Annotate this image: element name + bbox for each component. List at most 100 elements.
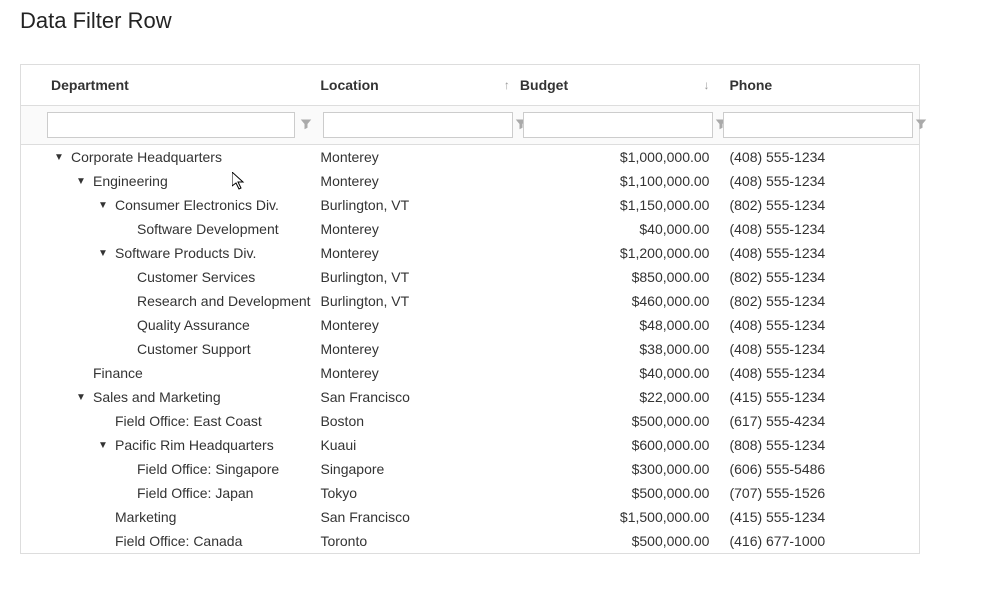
- cell-phone: (408) 555-1234: [719, 317, 919, 333]
- cell-location: Monterey: [320, 245, 520, 261]
- table-row[interactable]: Customer Support Monterey$38,000.00(408) …: [21, 337, 919, 361]
- table-row[interactable]: Field Office: SingaporeSingapore$300,000…: [21, 457, 919, 481]
- cell-department: Field Office: Canada: [21, 533, 320, 549]
- chevron-down-icon[interactable]: ▼: [75, 176, 87, 187]
- table-row[interactable]: Quality AssuranceMonterey$48,000.00(408)…: [21, 313, 919, 337]
- cell-department: Quality Assurance: [21, 317, 320, 333]
- header-phone[interactable]: Phone: [719, 65, 919, 105]
- department-label: Research and Development: [137, 293, 311, 309]
- cell-budget: $500,000.00: [520, 533, 720, 549]
- department-label: Quality Assurance: [137, 317, 250, 333]
- department-label: Customer Support: [137, 341, 251, 357]
- cell-phone: (408) 555-1234: [719, 365, 919, 381]
- cell-phone: (802) 555-1234: [719, 293, 919, 309]
- cell-location: Kuaui: [320, 437, 520, 453]
- table-row[interactable]: Software Development Monterey$40,000.00(4…: [21, 217, 919, 241]
- cell-location: Toronto: [320, 533, 520, 549]
- sort-desc-icon: ↓: [703, 78, 709, 92]
- department-label: Field Office: Canada: [115, 533, 242, 549]
- header-location-label: Location: [320, 77, 378, 93]
- cell-phone: (808) 555-1234: [719, 437, 919, 453]
- cell-department: ▼ Consumer Electronics Div.: [21, 197, 320, 213]
- cell-location: Monterey: [320, 341, 519, 357]
- cell-budget: $1,100,000.00: [520, 173, 720, 189]
- cell-location: Burlington, VT: [320, 197, 520, 213]
- tree-grid: Department Location ↑ Budget ↓ Phone: [20, 64, 920, 554]
- header-budget[interactable]: Budget ↓: [520, 65, 720, 105]
- filter-budget-input[interactable]: [523, 112, 713, 138]
- cell-department: Research and Development: [21, 293, 320, 309]
- cell-department: Field Office: Japan: [21, 485, 320, 501]
- cell-department: Marketing: [21, 509, 320, 525]
- table-row[interactable]: ▼Pacific Rim HeadquartersKuaui$600,000.0…: [21, 433, 919, 457]
- cell-phone: (802) 555-1234: [719, 197, 919, 213]
- filter-department-input[interactable]: [47, 112, 295, 138]
- cell-budget: $48,000.00: [520, 317, 720, 333]
- filter-icon[interactable]: [915, 118, 927, 133]
- chevron-down-icon[interactable]: ▼: [97, 200, 109, 211]
- cell-location: Burlington, VT: [320, 269, 519, 285]
- cell-phone: (416) 677-1000: [719, 533, 919, 549]
- cell-department: Finance: [21, 365, 320, 381]
- page-title: Data Filter Row: [20, 8, 964, 34]
- table-row[interactable]: Customer ServicesBurlington, VT$850,000.…: [21, 265, 919, 289]
- sort-asc-icon: ↑: [504, 78, 510, 92]
- cell-budget: $850,000.00: [520, 269, 720, 285]
- chevron-down-icon[interactable]: ▼: [97, 248, 109, 259]
- cell-location: Monterey: [320, 221, 519, 237]
- cell-department: ▼Sales and Marketing: [21, 389, 320, 405]
- table-row[interactable]: ▼EngineeringMonterey$1,100,000.00(408) 5…: [21, 169, 919, 193]
- cell-phone: (408) 555-1234: [719, 245, 919, 261]
- cell-department: ▼Software Products Div.: [21, 245, 320, 261]
- table-row[interactable]: FinanceMonterey$40,000.00(408) 555-1234: [21, 361, 919, 385]
- table-row[interactable]: Field Office: East CoastBoston$500,000.0…: [21, 409, 919, 433]
- cell-department: Software Development: [21, 221, 320, 237]
- cell-phone: (408) 555-1234: [719, 341, 919, 357]
- header-department[interactable]: Department: [21, 65, 320, 105]
- table-row[interactable]: Field Office: Canada Toronto$500,000.00(4…: [21, 529, 919, 553]
- cell-budget: $40,000.00: [520, 365, 720, 381]
- table-row[interactable]: ▼Corporate HeadquartersMonterey$1,000,00…: [21, 145, 919, 169]
- cell-department: Customer Services: [21, 269, 320, 285]
- cell-location: Singapore: [320, 461, 519, 477]
- filter-location-input[interactable]: [323, 112, 513, 138]
- table-row[interactable]: MarketingSan Francisco$1,500,000.00(415)…: [21, 505, 919, 529]
- cell-budget: $1,200,000.00: [520, 245, 720, 261]
- cell-budget: $40,000.00: [520, 221, 720, 237]
- chevron-down-icon[interactable]: ▼: [97, 440, 109, 451]
- cell-budget: $1,500,000.00: [520, 509, 720, 525]
- department-label: Software Development: [137, 221, 279, 237]
- chevron-down-icon[interactable]: ▼: [75, 392, 87, 403]
- chevron-down-icon[interactable]: ▼: [53, 152, 65, 163]
- department-label: Marketing: [115, 509, 176, 525]
- table-row[interactable]: Field Office: JapanTokyo$500,000.00(707)…: [21, 481, 919, 505]
- cell-budget: $500,000.00: [520, 413, 720, 429]
- cell-department: ▼ Corporate Headquarters: [21, 149, 320, 165]
- table-row[interactable]: ▼Software Products Div.Monterey$1,200,00…: [21, 241, 919, 265]
- table-row[interactable]: ▼Sales and MarketingSan Francisco$22,000…: [21, 385, 919, 409]
- header-location[interactable]: Location ↑: [320, 65, 520, 105]
- cell-location: Burlington, VT: [320, 293, 519, 309]
- cell-budget: $1,150,000.00: [520, 197, 720, 213]
- department-label: Field Office: Japan: [137, 485, 253, 501]
- table-row[interactable]: ▼ Consumer Electronics Div. Burlington, VT…: [21, 193, 919, 217]
- cell-phone: (617) 555-4234: [719, 413, 919, 429]
- cell-phone: (707) 555-1526: [719, 485, 919, 501]
- cell-budget: $22,000.00: [520, 389, 720, 405]
- table-row[interactable]: Research and Development Burlington, VT$4…: [21, 289, 919, 313]
- filter-icon[interactable]: [297, 118, 315, 133]
- cell-phone: (606) 555-5486: [719, 461, 919, 477]
- cell-budget: $500,000.00: [520, 485, 720, 501]
- cell-budget: $600,000.00: [520, 437, 720, 453]
- department-label: Consumer Electronics Div.: [115, 197, 279, 213]
- cell-budget: $460,000.00: [520, 293, 720, 309]
- filter-phone-input[interactable]: [723, 112, 913, 138]
- cell-department: Field Office: Singapore: [21, 461, 320, 477]
- cell-department: Customer Support: [21, 341, 320, 357]
- cell-phone: (415) 555-1234: [719, 389, 919, 405]
- cell-phone: (408) 555-1234: [719, 149, 919, 165]
- cell-department: Field Office: East Coast: [21, 413, 320, 429]
- cell-phone: (408) 555-1234: [719, 221, 919, 237]
- department-label: Corporate Headquarters: [71, 149, 222, 165]
- cell-budget: $38,000.00: [520, 341, 720, 357]
